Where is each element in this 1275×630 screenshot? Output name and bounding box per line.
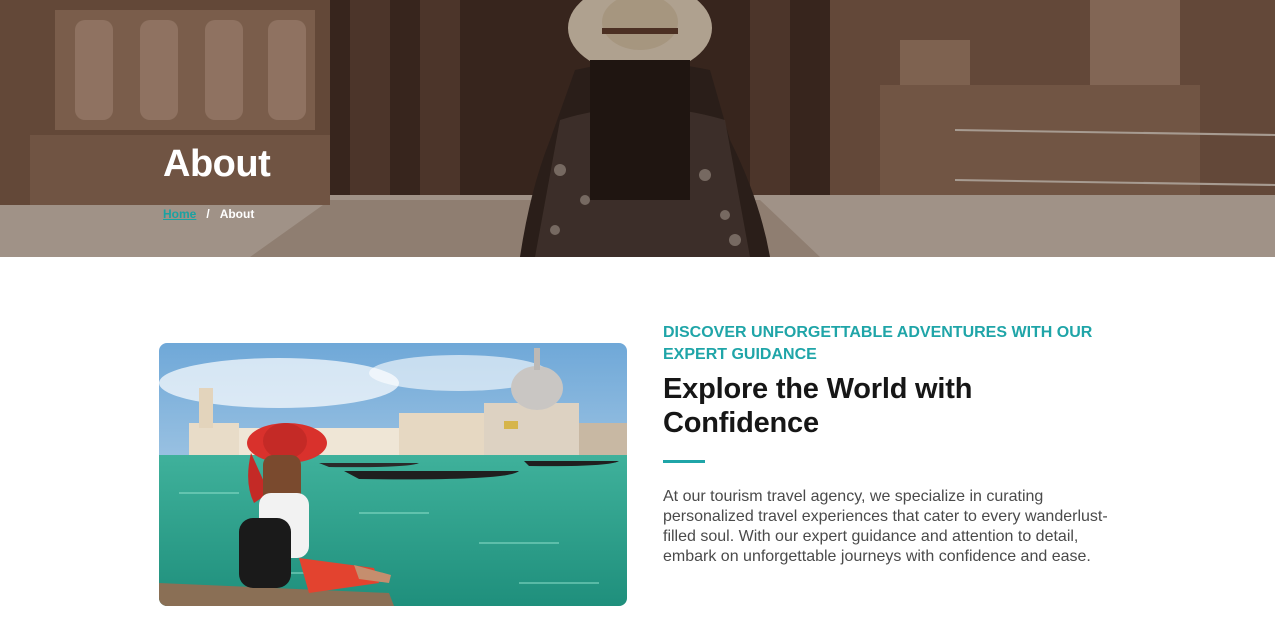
section-heading: Explore the World with Confidence — [663, 373, 973, 439]
section-eyebrow: DISCOVER UNFORGETTABLE ADVENTURES WITH O… — [663, 324, 1093, 363]
about-photo — [159, 343, 627, 606]
breadcrumb: Home / About — [163, 207, 254, 221]
venice-photo-image — [159, 343, 627, 606]
heading-divider — [663, 460, 705, 463]
section-body: At our tourism travel agency, we special… — [663, 488, 1108, 565]
breadcrumb-separator: / — [206, 207, 210, 221]
page-title: About — [163, 143, 271, 185]
hero-banner: About Home / About — [0, 0, 1275, 257]
breadcrumb-current: About — [219, 207, 255, 221]
breadcrumb-home-link[interactable]: Home — [163, 207, 196, 221]
about-content: DISCOVER UNFORGETTABLE ADVENTURES WITH O… — [663, 322, 1133, 567]
